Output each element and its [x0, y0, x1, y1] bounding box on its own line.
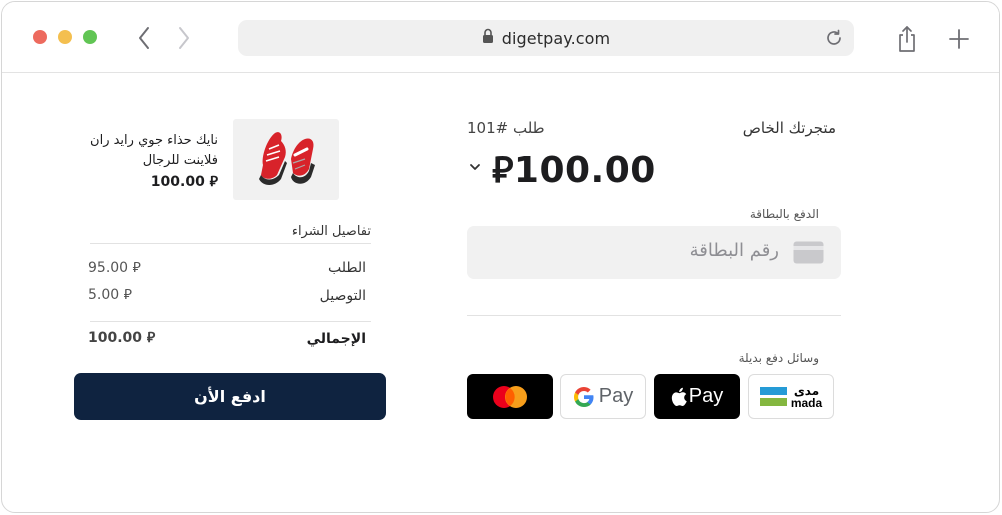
pay-now-button[interactable]: ادفع الأن	[74, 373, 386, 420]
browser-window: digetpay.com نايك حذاء جوي رايد ران فلاي…	[1, 1, 1000, 513]
total-label: الإجمالي	[306, 331, 366, 347]
subtotal-value: 95.00 ⃁	[88, 260, 141, 276]
subtotal-label: الطلب	[327, 260, 366, 276]
browser-toolbar: digetpay.com	[2, 2, 999, 73]
mastercard-button[interactable]	[467, 374, 553, 419]
card-number-input[interactable]	[467, 226, 841, 279]
mada-english-text: mada	[790, 395, 823, 410]
google-pay-button[interactable]: Pay	[560, 374, 646, 419]
divider	[90, 321, 371, 322]
shoe-icon	[259, 132, 315, 185]
zoom-window-button[interactable]	[83, 30, 97, 44]
forward-chevron-icon[interactable]	[172, 24, 196, 52]
share-icon[interactable]	[895, 25, 919, 53]
product-image	[233, 119, 339, 200]
amount-value: 100.00	[513, 150, 656, 191]
back-chevron-icon[interactable]	[132, 24, 156, 52]
lock-icon	[482, 28, 494, 48]
shipping-value: 5.00 ⃁	[88, 287, 132, 303]
apple-pay-button[interactable]: Pay	[654, 374, 740, 419]
mada-logo-icon	[759, 387, 787, 406]
google-pay-text: Pay	[598, 385, 634, 407]
credit-card-icon	[793, 241, 824, 264]
address-bar[interactable]: digetpay.com	[238, 20, 854, 56]
order-number: طلب #101	[467, 119, 545, 137]
shipping-label: التوصيل	[319, 288, 366, 304]
divider	[467, 315, 841, 316]
alternative-methods-label: وسائل دفع بديلة	[738, 351, 819, 365]
close-window-button[interactable]	[33, 30, 47, 44]
chevron-down-icon[interactable]	[468, 159, 482, 173]
apple-pay-text: Pay	[688, 385, 724, 407]
mastercard-icon	[493, 385, 527, 408]
product-name: نايك حذاء جوي رايد ران فلاينت للرجال	[90, 131, 218, 171]
url-text: digetpay.com	[501, 28, 611, 48]
google-g-icon	[573, 386, 594, 407]
apple-icon	[671, 387, 687, 406]
minimize-window-button[interactable]	[58, 30, 72, 44]
card-payment-label: الدفع بالبطاقة	[749, 207, 819, 221]
total-value: 100.00 ⃁	[88, 330, 156, 346]
mada-button[interactable]: مدى mada	[748, 374, 834, 419]
card-number-placeholder: رقم البطاقة	[689, 240, 779, 261]
currency-symbol: ⃁	[492, 150, 514, 191]
product-name-line1: نايك حذاء جوي رايد ران	[90, 133, 218, 148]
purchase-details-title: تفاصيل الشراء	[291, 224, 371, 239]
reload-icon[interactable]	[824, 28, 844, 48]
total-amount: ⃁100.00	[492, 145, 656, 192]
plus-icon[interactable]	[947, 27, 971, 51]
divider	[90, 243, 371, 244]
mada-arabic-text: مدى	[793, 383, 820, 398]
product-price: 100.00 ⃁	[150, 174, 218, 190]
product-name-line2: فلاينت للرجال	[142, 153, 218, 168]
store-name: متجرتك الخاص	[742, 119, 836, 137]
